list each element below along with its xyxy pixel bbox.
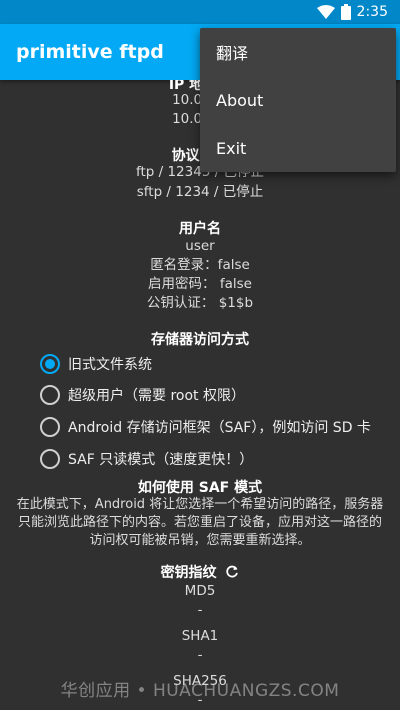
user-line: user [185, 238, 215, 254]
refresh-icon[interactable] [225, 565, 239, 583]
storage-option-label: 超级用户（需要 root 权限） [68, 388, 245, 404]
fingerprint-sha1-label: SHA1 [181, 628, 219, 644]
watermark: 华创应用 • HUACHUANGZS.COM [60, 681, 340, 701]
storage-section-title: 存储器访问方式 [151, 332, 249, 348]
saf-help-title: 如何使用 SAF 模式 [137, 480, 263, 496]
menu-item-exit[interactable]: Exit [200, 124, 396, 172]
menu-item-translate[interactable]: 翻译 [200, 28, 396, 76]
battery-icon [340, 4, 351, 20]
app-title: primitive ftpd [16, 41, 164, 63]
fingerprint-sha1-value: - [197, 647, 203, 663]
storage-option-legacy[interactable]: 旧式文件系统 [40, 350, 152, 378]
fingerprint-md5-value: - [197, 602, 203, 618]
storage-option-saf[interactable]: Android 存储访问框架（SAF），例如访问 SD 卡 [40, 413, 371, 441]
saf-help-line: 只能浏览此路径下的内容。若您重启了设备，应用对这一路径的 [17, 515, 382, 530]
saf-help-line: 访问权可能被吊销，您需要重新选择。 [89, 533, 311, 548]
status-bar: 2:35 [0, 0, 400, 24]
user-section-title: 用户名 [179, 221, 221, 237]
radio-checked-icon[interactable] [40, 354, 60, 374]
user-line: 启用密码： false [148, 276, 252, 292]
radio-unchecked-icon[interactable] [40, 385, 60, 405]
fingerprint-title: 密钥指纹 [160, 565, 217, 581]
radio-unchecked-icon[interactable] [40, 449, 60, 469]
protocol-line: sftp / 1234 / 已停止 [136, 184, 264, 200]
fingerprint-title-row: 密钥指纹 [0, 562, 400, 583]
user-line: 公钥认证： $1$b [146, 295, 254, 311]
user-line: 匿名登录：false [150, 257, 250, 273]
menu-item-about[interactable]: About [200, 76, 396, 124]
wifi-icon [316, 5, 335, 19]
storage-option-label: Android 存储访问框架（SAF），例如访问 SD 卡 [68, 420, 371, 436]
storage-option-label: SAF 只读模式（速度更快！） [68, 452, 254, 468]
storage-option-saf-readonly[interactable]: SAF 只读模式（速度更快！） [40, 445, 253, 473]
radio-unchecked-icon[interactable] [40, 417, 60, 437]
overflow-menu: 翻译 About Exit [200, 28, 396, 172]
fingerprint-md5-label: MD5 [184, 583, 216, 599]
storage-option-label: 旧式文件系统 [68, 357, 152, 373]
storage-option-root[interactable]: 超级用户（需要 root 权限） [40, 381, 245, 409]
saf-help-line: 在此模式下，Android 将让您选择一个希望访问的路径，服务器 [16, 497, 384, 512]
status-time: 2:35 [356, 4, 388, 20]
main-content[interactable]: IP 地址（ 10.0.3.1 10.0.2.1 协议 / 端 ftp / 12… [0, 80, 400, 710]
